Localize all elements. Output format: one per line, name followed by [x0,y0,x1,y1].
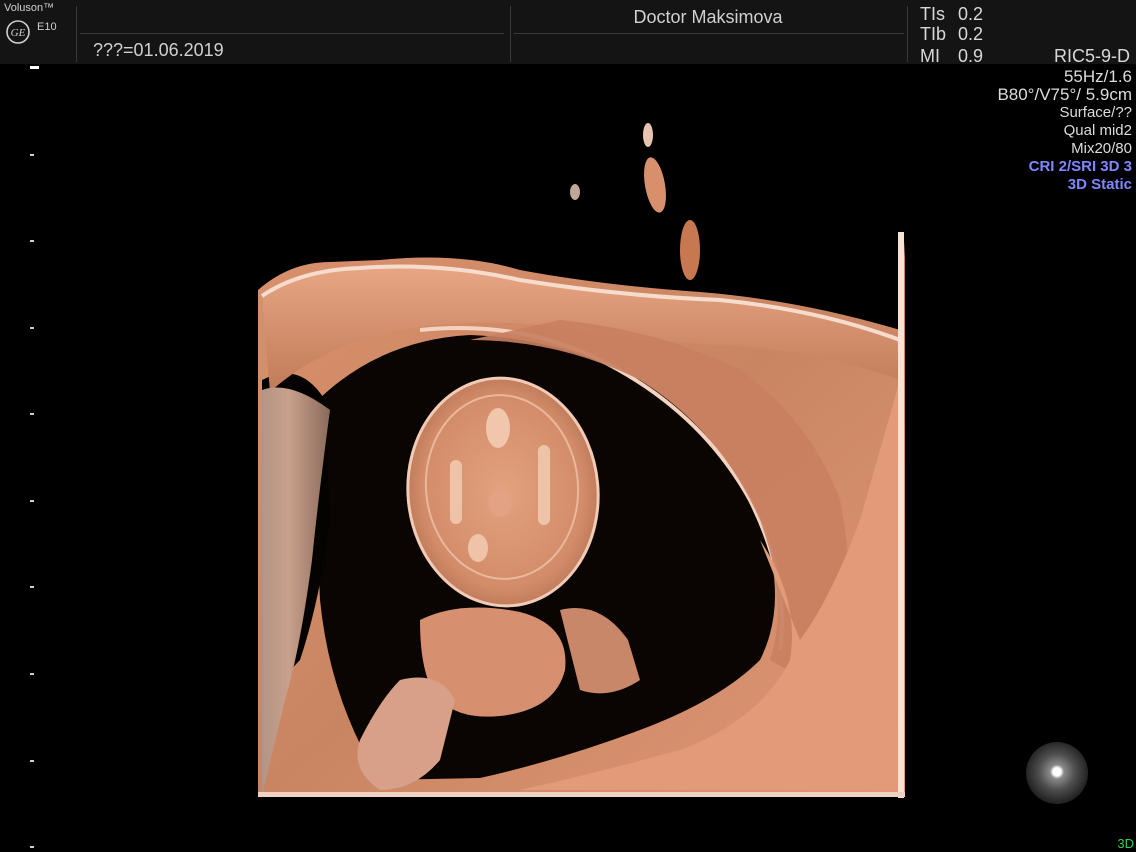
depth-tick [30,413,34,415]
patient-date: ???=01.06.2019 [93,40,224,60]
depth-tick [30,760,34,762]
depth-tick [30,586,34,588]
probe-name: RIC5-9-D [1053,46,1130,66]
depth-scale [28,66,38,852]
depth-tick [30,240,34,242]
cri-sri-setting: CRI 2/SRI 3D 3 [1028,158,1132,175]
safety-index-tib: TIb 0.2 [920,24,983,45]
safety-value: 0.2 [958,24,984,44]
brand-label: Voluson™ [4,2,55,14]
safety-label: TIs [920,4,945,24]
sweep-angles: B80°/V75°/ 5.9cm [997,85,1132,104]
mode-indicator: 3D [1117,836,1134,851]
safety-label: TIb [920,24,947,44]
depth-tick [30,500,34,502]
safety-index-tis: TIs 0.2 [920,4,983,25]
quality-setting: Qual mid2 [1063,122,1132,139]
depth-tick [30,673,34,675]
depth-tick [30,327,34,329]
header-bar: Voluson™ GE E10 ???=01.06.2019 Doctor Ma… [0,0,1136,67]
ultrasound-screen: Voluson™ GE E10 ???=01.06.2019 Doctor Ma… [0,0,1136,852]
depth-tick [30,846,34,848]
imaging-parameters: 55Hz/1.6 B80°/V75°/ 5.9cm Surface/?? Qua… [997,68,1132,194]
render-mode: Surface/?? [1059,104,1132,121]
acquisition-mode: 3D Static [1067,176,1132,193]
model-label: E10 [37,21,57,33]
safety-value: 0.2 [958,4,984,24]
svg-text:GE: GE [11,27,26,39]
safety-label: MI [920,46,940,66]
frame-rate: 55Hz/1.6 [1063,67,1132,86]
depth-tick [30,154,34,156]
operator-name: Doctor Maksimova [633,7,783,27]
3d-volume-render [258,123,905,798]
safety-index-mi: MI 0.9 [920,46,983,67]
ge-logo-icon: GE [6,20,30,44]
mix-setting: Mix20/80 [1071,140,1132,157]
safety-value: 0.9 [958,46,984,66]
orientation-sphere-icon[interactable] [1026,742,1088,804]
